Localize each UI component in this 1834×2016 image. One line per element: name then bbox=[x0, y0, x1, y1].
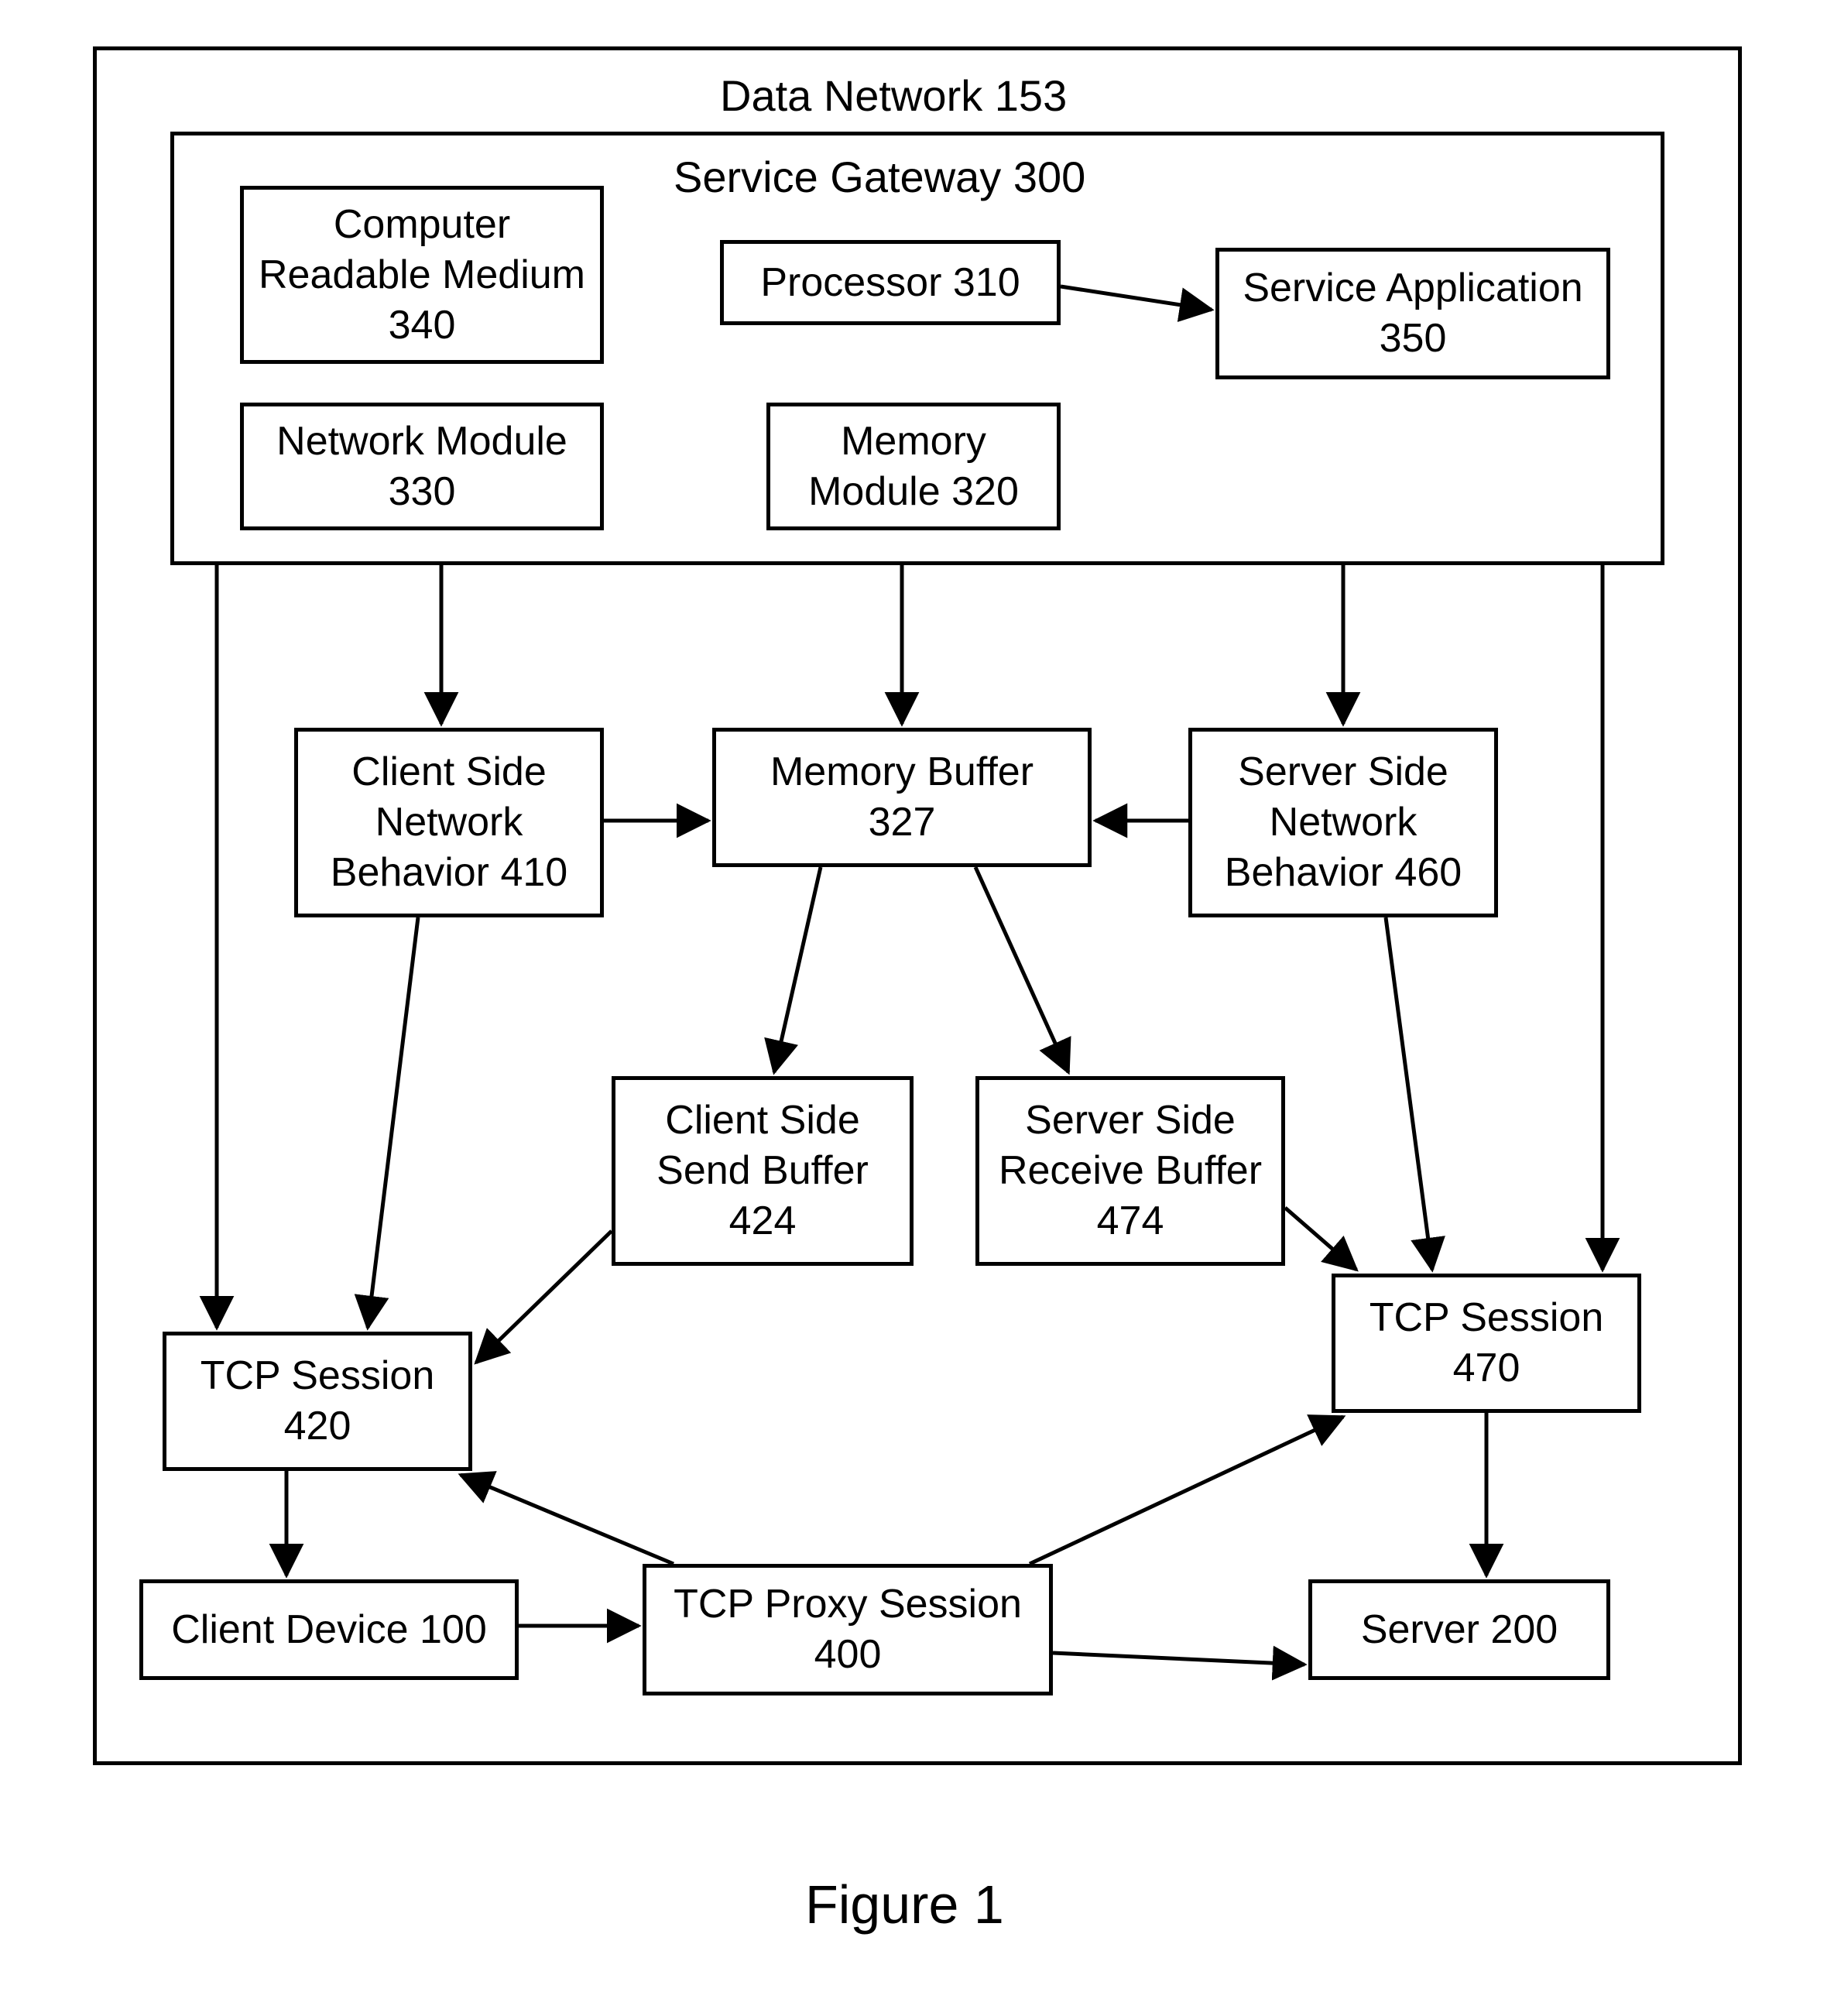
node-server-behavior-460: Server Side Network Behavior 460 bbox=[1188, 728, 1498, 917]
node-label: Memory Buffer bbox=[770, 747, 1034, 797]
node-label: TCP Proxy Session bbox=[674, 1579, 1022, 1630]
node-tcp-session-470: TCP Session 470 bbox=[1332, 1274, 1641, 1413]
node-label: 327 bbox=[869, 797, 936, 848]
node-label: Client Device 100 bbox=[171, 1605, 487, 1655]
node-label: Network bbox=[375, 797, 523, 848]
diagram-canvas: Data Network 153 Service Gateway 300 Com… bbox=[0, 0, 1834, 2016]
node-label: Behavior 460 bbox=[1225, 848, 1462, 898]
node-label: TCP Session bbox=[201, 1351, 435, 1401]
node-label: Server Side bbox=[1025, 1095, 1236, 1146]
node-label: 420 bbox=[284, 1401, 351, 1452]
outer-frame-title: Data Network 153 bbox=[720, 70, 1067, 122]
node-label: Network Module bbox=[276, 417, 567, 467]
node-label: Client Side bbox=[351, 747, 546, 797]
node-client-behavior-410: Client Side Network Behavior 410 bbox=[294, 728, 604, 917]
node-label: Server 200 bbox=[1361, 1605, 1558, 1655]
node-label: Network bbox=[1270, 797, 1417, 848]
node-memory-buffer-327: Memory Buffer 327 bbox=[712, 728, 1092, 867]
node-server-receive-buffer-474: Server Side Receive Buffer 474 bbox=[975, 1076, 1285, 1266]
node-client-device-100: Client Device 100 bbox=[139, 1579, 519, 1680]
node-label: Behavior 410 bbox=[331, 848, 567, 898]
node-label: 350 bbox=[1380, 314, 1447, 364]
node-memory-module-320: Memory Module 320 bbox=[766, 403, 1061, 530]
node-tcp-proxy-session-400: TCP Proxy Session 400 bbox=[643, 1564, 1053, 1695]
node-label: TCP Session bbox=[1370, 1293, 1604, 1343]
node-label: Service Application bbox=[1243, 263, 1582, 314]
node-label: 330 bbox=[389, 467, 456, 517]
node-label: 400 bbox=[814, 1630, 882, 1680]
node-label: Receive Buffer bbox=[999, 1146, 1262, 1196]
node-label: Client Side bbox=[665, 1095, 859, 1146]
node-label: 340 bbox=[389, 300, 456, 351]
node-label: Computer bbox=[334, 200, 510, 250]
node-tcp-session-420: TCP Session 420 bbox=[163, 1332, 472, 1471]
node-label: Send Buffer bbox=[656, 1146, 869, 1196]
node-crm-340: Computer Readable Medium 340 bbox=[240, 186, 604, 364]
node-processor-310: Processor 310 bbox=[720, 240, 1061, 325]
node-label: Module 320 bbox=[808, 467, 1019, 517]
node-client-send-buffer-424: Client Side Send Buffer 424 bbox=[612, 1076, 914, 1266]
node-service-application-350: Service Application 350 bbox=[1215, 248, 1610, 379]
node-network-module-330: Network Module 330 bbox=[240, 403, 604, 530]
figure-label: Figure 1 bbox=[805, 1874, 1004, 1935]
node-label: Server Side bbox=[1238, 747, 1448, 797]
node-label: Processor 310 bbox=[760, 258, 1020, 308]
inner-frame-title: Service Gateway 300 bbox=[674, 151, 1085, 203]
node-label: Readable Medium bbox=[259, 250, 585, 300]
node-label: 474 bbox=[1097, 1196, 1164, 1246]
node-label: 470 bbox=[1453, 1343, 1520, 1394]
node-label: Memory bbox=[841, 417, 986, 467]
node-server-200: Server 200 bbox=[1308, 1579, 1610, 1680]
node-label: 424 bbox=[729, 1196, 797, 1246]
